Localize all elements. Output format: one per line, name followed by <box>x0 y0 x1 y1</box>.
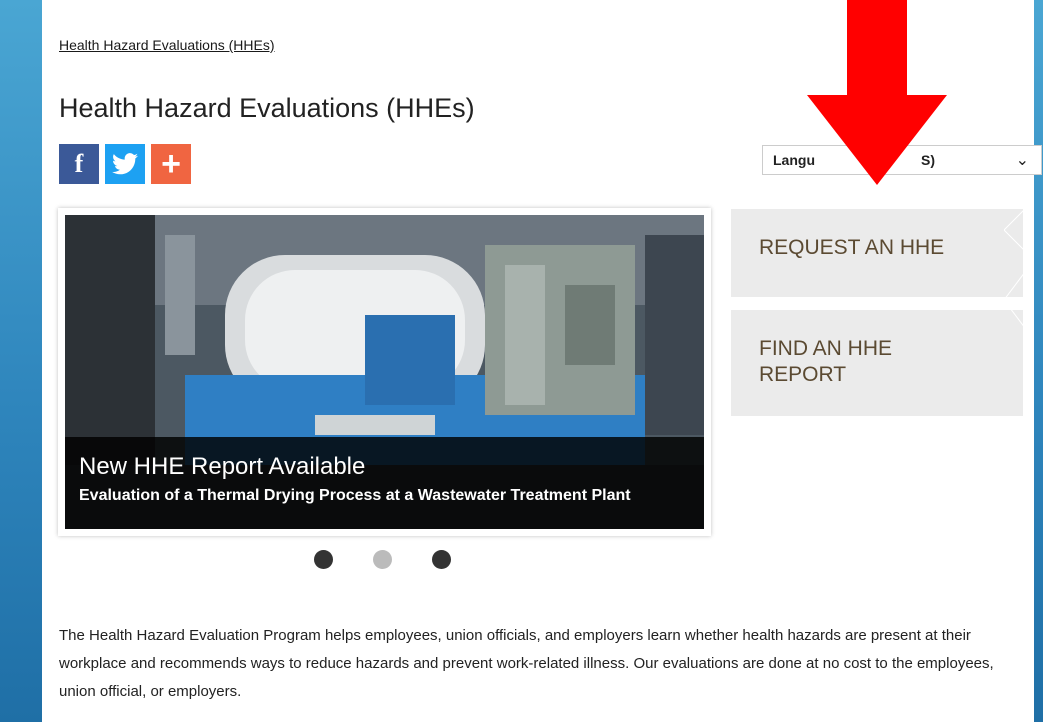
carousel-dot-2[interactable] <box>373 550 392 569</box>
share-more-button[interactable]: + <box>151 144 191 184</box>
page-title: Health Hazard Evaluations (HHEs) <box>59 93 475 123</box>
breadcrumb[interactable]: Health Hazard Evaluations (HHEs) <box>59 37 275 53</box>
carousel-dot-1[interactable] <box>314 550 333 569</box>
slide-caption: New HHE Report Available Evaluation of a… <box>65 437 704 529</box>
decorative-lines <box>1004 199 1034 341</box>
find-hhe-report-button[interactable]: FIND AN HHE REPORT <box>731 310 1023 416</box>
red-arrow-annotation <box>807 0 947 185</box>
twitter-icon <box>112 153 138 175</box>
carousel-dot-3[interactable] <box>432 550 451 569</box>
slide-title: New HHE Report Available <box>79 453 366 480</box>
page-content: Health Hazard Evaluations (HHEs) Health … <box>42 0 1042 722</box>
plus-icon: + <box>161 145 181 183</box>
featured-carousel[interactable]: New HHE Report Available Evaluation of a… <box>58 208 711 536</box>
slide-subtitle: Evaluation of a Thermal Drying Process a… <box>79 487 631 504</box>
intro-paragraph: The Health Hazard Evaluation Program hel… <box>59 627 994 700</box>
facebook-share-button[interactable]: f <box>59 144 99 184</box>
carousel-pagination <box>314 550 451 569</box>
social-share-bar: f + <box>59 144 191 184</box>
carousel-slide[interactable]: New HHE Report Available Evaluation of a… <box>65 215 704 529</box>
facebook-icon: f <box>74 149 84 178</box>
twitter-share-button[interactable] <box>105 144 145 184</box>
